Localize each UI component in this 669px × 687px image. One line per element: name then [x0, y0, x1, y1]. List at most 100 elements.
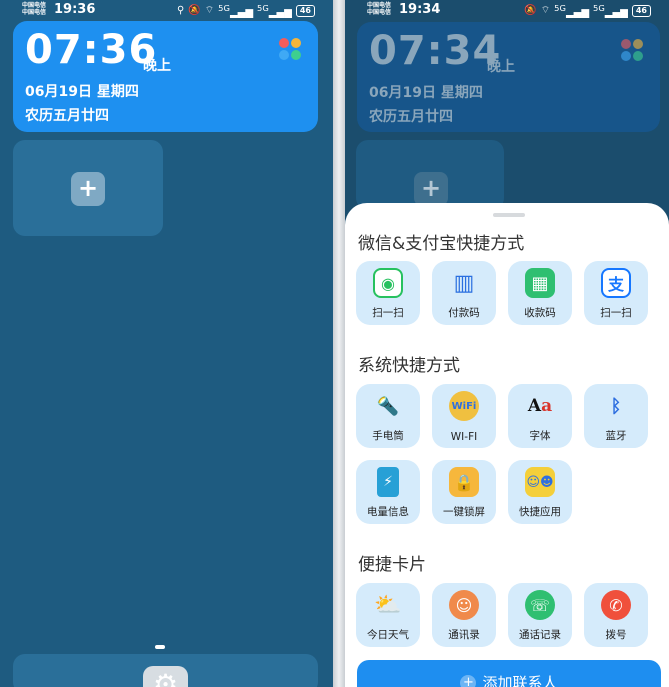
tile-label: WI-FI — [450, 431, 478, 443]
status-time: 19:34 — [399, 2, 441, 17]
tile-label: 扫一扫 — [372, 307, 404, 319]
status-time: 19:36 — [54, 2, 96, 17]
add-contact-button[interactable]: + 添加联系人 — [357, 660, 661, 687]
contacts-icon: ☺ — [449, 590, 479, 620]
location-icon: ⚲ — [176, 5, 185, 17]
carrier-1: 中国电信 — [22, 2, 47, 9]
carrier-2: 中国电信 — [22, 9, 47, 16]
clock-time: 07:36 — [25, 27, 158, 73]
carrier-1: 中国电信 — [367, 2, 392, 9]
grid-system: 🔦 手电筒 WiFi WI-FI Aa 字体 ᛒ 蓝牙 ⚡ 电量信息 🔒 一键锁 — [356, 384, 648, 524]
page-indicator — [155, 645, 165, 649]
lock-icon: 🔒 — [449, 467, 479, 497]
tile-label: 电量信息 — [367, 506, 409, 518]
add-widget-card[interactable]: + — [356, 140, 504, 210]
add-widget-button[interactable]: + — [71, 172, 105, 206]
section-title-cards: 便捷卡片 — [358, 555, 426, 575]
mute-icon: 🔕 — [524, 5, 537, 17]
clock-date: 06月19日 星期四 — [369, 85, 483, 101]
status-icons: 🔕 ⌔ 5G▂▄▆ 5G▂▄▆ 46 — [524, 3, 651, 18]
clock-time: 07:34 — [369, 28, 502, 74]
tile-label: 字体 — [529, 430, 551, 442]
sheet-drag-handle[interactable] — [493, 213, 525, 217]
tile-label: 通话记录 — [519, 629, 561, 641]
font-icon: Aa — [527, 396, 553, 416]
tile-lock-screen[interactable]: 🔒 一键锁屏 — [432, 460, 496, 524]
add-contact-label: 添加联系人 — [482, 674, 558, 687]
add-widget-card[interactable]: + — [13, 140, 163, 236]
tile-label: 通讯录 — [448, 629, 480, 641]
clock-lunar-date: 农历五月廿四 — [369, 109, 453, 125]
tile-weather[interactable]: ⛅ 今日天气 — [356, 583, 420, 647]
mute-icon: 🔕 — [188, 5, 201, 17]
tile-label: 扫一扫 — [600, 307, 632, 319]
clock-date: 06月19日 星期四 — [25, 84, 139, 100]
tile-label: 蓝牙 — [605, 430, 627, 442]
status-bar: 中国电信 中国电信 19:36 ⚲ 🔕 ⌔ 5G▂▄▆ 5G▂▄▆ 46 — [0, 0, 333, 20]
clock-lunar-date: 农历五月廿四 — [25, 108, 109, 124]
tile-label: 付款码 — [448, 307, 480, 319]
plus-circle-icon: + — [460, 675, 477, 687]
tile-bluetooth[interactable]: ᛒ 蓝牙 — [584, 384, 648, 448]
add-widget-button[interactable]: + — [414, 172, 448, 206]
status-bar: 中国电信 中国电信 19:34 🔕 ⌔ 5G▂▄▆ 5G▂▄▆ 46 — [345, 0, 669, 20]
settings-gear-icon[interactable]: ⚙ — [143, 666, 188, 687]
dock-card: ⚙ — [13, 654, 318, 687]
shortcut-bottom-sheet: 微信&支付宝快捷方式 ◉ 扫一扫 ▥ 付款码 ▦ 收款码 支 扫一扫 系统快捷方… — [345, 203, 669, 687]
petal-logo-icon — [279, 38, 301, 60]
battery-icon: 46 — [631, 4, 651, 17]
clock-widget[interactable]: 07:36 晚上 06月19日 星期四 农历五月廿四 — [13, 21, 318, 132]
flashlight-icon: 🔦 — [376, 395, 400, 417]
carrier-2: 中国电信 — [367, 9, 392, 16]
wechat-scan-icon: ◉ — [373, 268, 403, 298]
tile-battery-info[interactable]: ⚡ 电量信息 — [356, 460, 420, 524]
tile-label: 拨号 — [605, 629, 627, 641]
tile-flashlight[interactable]: 🔦 手电筒 — [356, 384, 420, 448]
signal-2-icon: 5G▂▄▆ — [257, 3, 292, 19]
home-screen-right: 中国电信 中国电信 19:34 🔕 ⌔ 5G▂▄▆ 5G▂▄▆ 46 07:34… — [345, 0, 669, 687]
dial-icon: ✆ — [601, 590, 631, 620]
section-title-wechat-alipay: 微信&支付宝快捷方式 — [358, 234, 525, 254]
battery-icon: 46 — [295, 4, 315, 17]
screenshot-divider — [333, 0, 345, 687]
tile-alipay-scan[interactable]: 支 扫一扫 — [584, 261, 648, 325]
petal-logo-icon — [621, 39, 643, 61]
section-title-system: 系统快捷方式 — [358, 356, 460, 376]
tile-label: 一键锁屏 — [443, 506, 485, 518]
clock-widget[interactable]: 07:34 晚上 06月19日 星期四 农历五月廿四 — [357, 22, 660, 132]
wifi-icon: ⌔ — [540, 5, 551, 17]
weather-icon: ⛅ — [374, 592, 402, 618]
barcode-icon: ▥ — [453, 270, 475, 296]
wifi-icon: WiFi — [449, 391, 479, 421]
clock-period: 晚上 — [487, 59, 515, 75]
tile-payment-code[interactable]: ▥ 付款码 — [432, 261, 496, 325]
grid-cards: ⛅ 今日天气 ☺ 通讯录 ☏ 通话记录 ✆ 拨号 — [356, 583, 648, 647]
tile-quick-apps[interactable]: ☺☻ 快捷应用 — [508, 460, 572, 524]
bluetooth-icon: ᛒ — [610, 395, 622, 417]
tile-label: 快捷应用 — [519, 506, 561, 518]
tile-label: 手电筒 — [372, 430, 404, 442]
tile-label: 今日天气 — [367, 629, 409, 641]
clock-period: 晚上 — [143, 58, 171, 74]
signal-1-icon: 5G▂▄▆ — [218, 3, 254, 19]
qr-code-icon: ▦ — [525, 268, 555, 298]
tile-font[interactable]: Aa 字体 — [508, 384, 572, 448]
call-log-icon: ☏ — [525, 590, 555, 620]
tile-wechat-scan[interactable]: ◉ 扫一扫 — [356, 261, 420, 325]
carrier-label: 中国电信 中国电信 — [367, 2, 391, 16]
grid-wechat-alipay: ◉ 扫一扫 ▥ 付款码 ▦ 收款码 支 扫一扫 — [356, 261, 648, 325]
signal-1-icon: 5G▂▄▆ — [554, 3, 590, 19]
status-icons: ⚲ 🔕 ⌔ 5G▂▄▆ 5G▂▄▆ 46 — [177, 3, 315, 18]
carrier-label: 中国电信 中国电信 — [22, 2, 46, 16]
battery-icon: ⚡ — [377, 467, 399, 497]
tile-wifi[interactable]: WiFi WI-FI — [432, 384, 496, 448]
signal-2-icon: 5G▂▄▆ — [593, 3, 628, 19]
tile-contacts[interactable]: ☺ 通讯录 — [432, 583, 496, 647]
tile-call-log[interactable]: ☏ 通话记录 — [508, 583, 572, 647]
tile-label: 收款码 — [524, 307, 556, 319]
quick-apps-icon: ☺☻ — [525, 467, 555, 497]
tile-receive-code[interactable]: ▦ 收款码 — [508, 261, 572, 325]
tile-dial[interactable]: ✆ 拨号 — [584, 583, 648, 647]
home-screen-left: 中国电信 中国电信 19:36 ⚲ 🔕 ⌔ 5G▂▄▆ 5G▂▄▆ 46 07:… — [0, 0, 333, 687]
alipay-scan-icon: 支 — [601, 268, 631, 298]
